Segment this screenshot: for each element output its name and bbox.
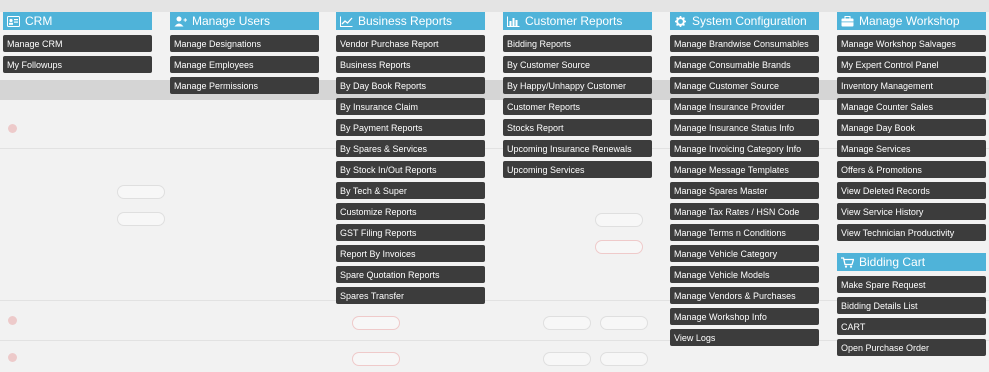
line-chart-icon (340, 16, 353, 27)
menu-item-manage-counter-sales[interactable]: Manage Counter Sales (837, 98, 986, 115)
menu-item-my-expert-control-panel[interactable]: My Expert Control Panel (837, 56, 986, 73)
menu-item-manage-day-book[interactable]: Manage Day Book (837, 119, 986, 136)
id-card-icon (7, 15, 20, 27)
menu-item-manage-consumable-brands[interactable]: Manage Consumable Brands (670, 56, 819, 73)
menu-header-system-configuration: System Configuration (670, 12, 819, 30)
menu-item-by-customer-source[interactable]: By Customer Source (503, 56, 652, 73)
cart-icon (841, 256, 854, 268)
menu-item-manage-workshop-info[interactable]: Manage Workshop Info (670, 308, 819, 325)
menu-item-manage-workshop-salvages[interactable]: Manage Workshop Salvages (837, 35, 986, 52)
menu-item-manage-permissions[interactable]: Manage Permissions (170, 77, 319, 94)
menu-item-manage-crm[interactable]: Manage CRM (3, 35, 152, 52)
menu-header-business-reports: Business Reports (336, 12, 485, 30)
menu-header-label: Customer Reports (525, 14, 623, 28)
gear-icon (674, 15, 687, 27)
menu-header-bidding-cart: Bidding Cart (837, 253, 986, 271)
menu-column-crm: CRM Manage CRM My Followups (3, 12, 152, 77)
menu-header-manage-workshop: Manage Workshop (837, 12, 986, 30)
menu-item-manage-insurance-provider[interactable]: Manage Insurance Provider (670, 98, 819, 115)
menu-item-by-spares-services[interactable]: By Spares & Services (336, 140, 485, 157)
menu-header-customer-reports: Customer Reports (503, 12, 652, 30)
menu-item-my-followups[interactable]: My Followups (3, 56, 152, 73)
menu-item-by-insurance-claim[interactable]: By Insurance Claim (336, 98, 485, 115)
menu-item-manage-vehicle-models[interactable]: Manage Vehicle Models (670, 266, 819, 283)
menu-header-manage-users: Manage Users (170, 12, 319, 30)
menu-item-manage-designations[interactable]: Manage Designations (170, 35, 319, 52)
menu-item-manage-vehicle-category[interactable]: Manage Vehicle Category (670, 245, 819, 262)
bar-chart-icon (507, 16, 520, 27)
menu-item-manage-customer-source[interactable]: Manage Customer Source (670, 77, 819, 94)
menu-item-report-by-invoices[interactable]: Report By Invoices (336, 245, 485, 262)
menu-header-label: System Configuration (692, 14, 807, 28)
menu-item-manage-terms-n-conditions[interactable]: Manage Terms n Conditions (670, 224, 819, 241)
menu-item-manage-tax-rates-hsn-code[interactable]: Manage Tax Rates / HSN Code (670, 203, 819, 220)
menu-column-business-reports: Business Reports Vendor Purchase Report … (336, 12, 485, 308)
menu-item-manage-vendors-purchases[interactable]: Manage Vendors & Purchases (670, 287, 819, 304)
menu-item-make-spare-request[interactable]: Make Spare Request (837, 276, 986, 293)
menu-item-customize-reports[interactable]: Customize Reports (336, 203, 485, 220)
menu-item-cart[interactable]: CART (837, 318, 986, 335)
menu-column-manage-workshop: Manage Workshop Manage Workshop Salvages… (837, 12, 986, 360)
menu-header-label: Manage Workshop (859, 14, 960, 28)
menu-item-open-purchase-order[interactable]: Open Purchase Order (837, 339, 986, 356)
menu-item-by-tech-super[interactable]: By Tech & Super (336, 182, 485, 199)
mega-menu: CRM Manage CRM My Followups Manage Users… (0, 0, 989, 372)
menu-item-manage-message-templates[interactable]: Manage Message Templates (670, 161, 819, 178)
menu-item-spares-transfer[interactable]: Spares Transfer (336, 287, 485, 304)
briefcase-icon (841, 15, 854, 27)
menu-item-stocks-report[interactable]: Stocks Report (503, 119, 652, 136)
menu-item-manage-spares-master[interactable]: Manage Spares Master (670, 182, 819, 199)
user-plus-icon (174, 16, 187, 27)
menu-item-inventory-management[interactable]: Inventory Management (837, 77, 986, 94)
menu-column-system-configuration: System Configuration Manage Brandwise Co… (670, 12, 819, 350)
menu-item-gst-filing-reports[interactable]: GST Filing Reports (336, 224, 485, 241)
menu-item-bidding-details-list[interactable]: Bidding Details List (837, 297, 986, 314)
menu-header-label: Manage Users (192, 14, 271, 28)
menu-item-view-logs[interactable]: View Logs (670, 329, 819, 346)
menu-item-by-payment-reports[interactable]: By Payment Reports (336, 119, 485, 136)
menu-item-bidding-reports[interactable]: Bidding Reports (503, 35, 652, 52)
menu-header-label: CRM (25, 14, 53, 28)
menu-item-customer-reports[interactable]: Customer Reports (503, 98, 652, 115)
menu-item-manage-brandwise-consumables[interactable]: Manage Brandwise Consumables (670, 35, 819, 52)
menu-item-upcoming-insurance-renewals[interactable]: Upcoming Insurance Renewals (503, 140, 652, 157)
menu-header-crm: CRM (3, 12, 152, 30)
menu-header-label: Bidding Cart (859, 255, 926, 269)
menu-item-upcoming-services[interactable]: Upcoming Services (503, 161, 652, 178)
menu-column-customer-reports: Customer Reports Bidding Reports By Cust… (503, 12, 652, 182)
menu-item-manage-invoicing-category-info[interactable]: Manage Invoicing Category Info (670, 140, 819, 157)
menu-item-view-technician-productivity[interactable]: View Technician Productivity (837, 224, 986, 241)
menu-column-manage-users: Manage Users Manage Designations Manage … (170, 12, 319, 98)
menu-item-business-reports[interactable]: Business Reports (336, 56, 485, 73)
menu-item-by-happy-unhappy-customer[interactable]: By Happy/Unhappy Customer (503, 77, 652, 94)
menu-item-view-service-history[interactable]: View Service History (837, 203, 986, 220)
menu-item-spare-quotation-reports[interactable]: Spare Quotation Reports (336, 266, 485, 283)
menu-item-vendor-purchase-report[interactable]: Vendor Purchase Report (336, 35, 485, 52)
menu-item-offers-promotions[interactable]: Offers & Promotions (837, 161, 986, 178)
menu-item-by-stock-in-out-reports[interactable]: By Stock In/Out Reports (336, 161, 485, 178)
menu-header-label: Business Reports (358, 14, 453, 28)
menu-item-view-deleted-records[interactable]: View Deleted Records (837, 182, 986, 199)
menu-item-manage-employees[interactable]: Manage Employees (170, 56, 319, 73)
menu-item-by-day-book-reports[interactable]: By Day Book Reports (336, 77, 485, 94)
menu-item-manage-services[interactable]: Manage Services (837, 140, 986, 157)
menu-item-manage-insurance-status-info[interactable]: Manage Insurance Status Info (670, 119, 819, 136)
